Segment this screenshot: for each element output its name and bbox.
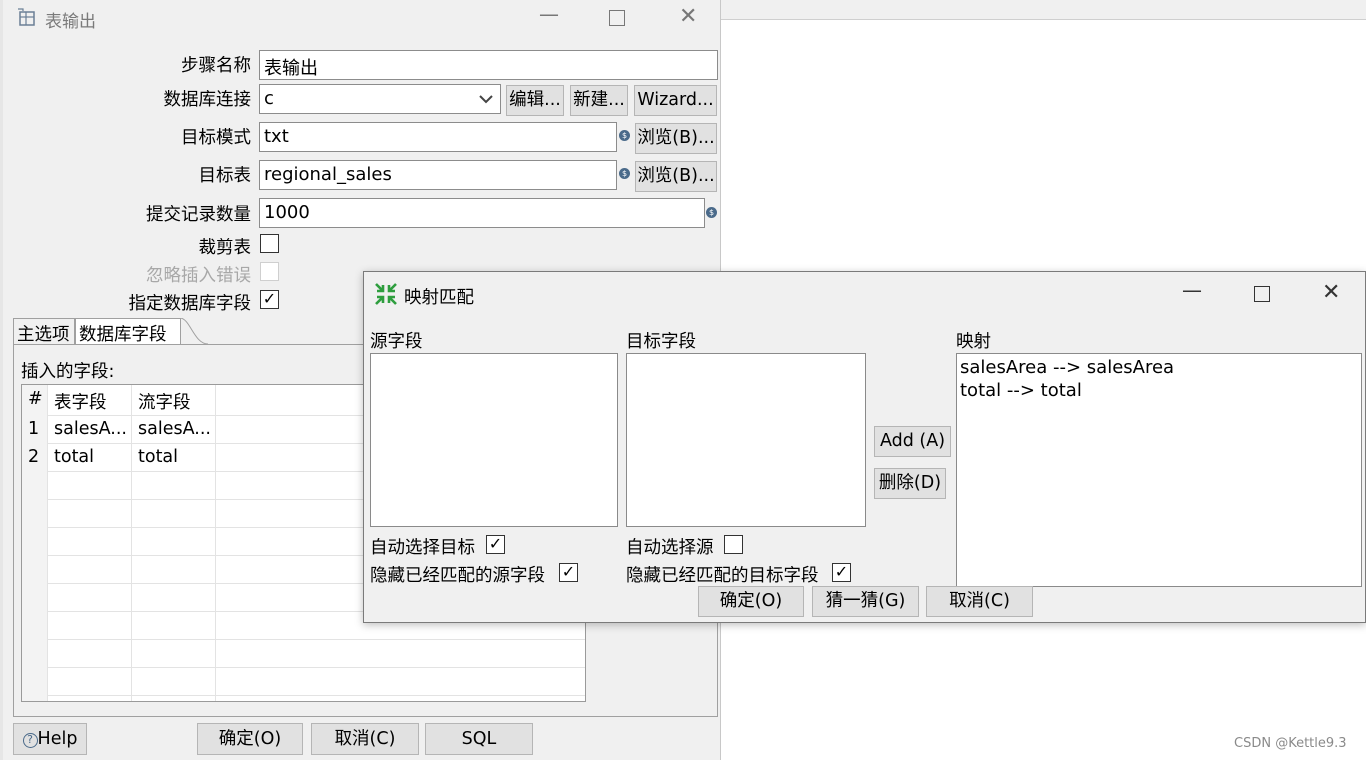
dialog-title: 映射匹配 [404, 288, 474, 308]
chevron-down-icon [479, 95, 493, 104]
tab-main-options[interactable]: 主选项 [13, 318, 75, 345]
target-schema-input[interactable]: txt [259, 122, 617, 152]
source-fields-list[interactable] [370, 353, 618, 527]
background-window-edge [720, 0, 1366, 20]
source-fields-label: 源字段 [370, 332, 423, 352]
variable-icon: $ [619, 130, 630, 141]
row-number: 2 [28, 447, 40, 467]
window-title: 表输出 [45, 12, 96, 32]
connection-value: c [264, 88, 274, 109]
commit-size-input[interactable]: 1000 [259, 198, 705, 228]
connection-label: 数据库连接 [163, 90, 252, 110]
auto-target-checkbox[interactable]: ✓ [486, 535, 505, 554]
dialog-ok-button[interactable]: 确定(O) [698, 586, 804, 617]
help-icon: ? [22, 733, 38, 748]
mapping-label: 映射 [956, 332, 991, 352]
ok-button[interactable]: 确定(O) [197, 723, 303, 755]
insert-fields-label: 插入的字段: [21, 362, 115, 382]
browse-table-button[interactable]: 浏览(B)... [635, 161, 717, 192]
connection-select[interactable]: c [259, 84, 501, 114]
specify-fields-checkbox[interactable]: ✓ [260, 290, 279, 309]
target-table-input[interactable]: regional_sales [259, 160, 617, 190]
target-table-label: 目标表 [198, 166, 252, 186]
auto-source-checkbox[interactable] [724, 535, 743, 554]
mapping-dialog: 映射匹配 — ✕ 源字段 目标字段 Add (A) 删除(D) 映射 sales… [363, 271, 1366, 623]
sql-button[interactable]: SQL [425, 723, 533, 755]
mapping-list[interactable]: salesArea --> salesArea total --> total [956, 353, 1362, 587]
row-number: 1 [28, 419, 40, 439]
help-button[interactable]: ? Help [13, 723, 87, 755]
stream-field-cell[interactable]: total [132, 447, 215, 467]
auto-target-label: 自动选择目标 [370, 538, 475, 558]
new-connection-button[interactable]: 新建... [570, 85, 628, 116]
close-button[interactable]: ✕ [679, 4, 697, 29]
truncate-label: 裁剪表 [198, 238, 252, 258]
hide-source-label: 隐藏已经匹配的源字段 [370, 566, 545, 586]
add-mapping-button[interactable]: Add (A) [874, 426, 951, 457]
ignore-errors-checkbox[interactable] [260, 262, 279, 281]
hide-source-checkbox[interactable]: ✓ [559, 563, 578, 582]
mapping-item[interactable]: salesArea --> salesArea [957, 357, 1361, 378]
browse-schema-button[interactable]: 浏览(B)... [635, 123, 717, 154]
stream-field-cell[interactable]: salesA... [132, 419, 215, 439]
table-output-icon [18, 8, 35, 26]
hide-target-label: 隐藏已经匹配的目标字段 [626, 566, 819, 586]
column-header-stream-field[interactable]: 流字段 [132, 389, 215, 414]
specify-fields-label: 指定数据库字段 [128, 294, 252, 314]
maximize-button[interactable] [1254, 286, 1270, 302]
variable-icon: $ [619, 168, 630, 179]
commit-size-label: 提交记录数量 [146, 205, 251, 225]
target-fields-label: 目标字段 [626, 332, 696, 352]
truncate-checkbox[interactable] [260, 234, 279, 253]
tab-database-fields[interactable]: 数据库字段 [75, 318, 181, 345]
maximize-button[interactable] [609, 10, 625, 26]
help-label: Help [37, 729, 78, 749]
column-header-number[interactable]: # [22, 389, 47, 409]
table-field-cell[interactable]: total [48, 447, 131, 467]
mapping-icon [375, 283, 397, 305]
target-fields-list[interactable] [626, 353, 866, 527]
step-name-input[interactable]: 表输出 [259, 50, 718, 80]
target-schema-label: 目标模式 [181, 128, 251, 148]
edit-connection-button[interactable]: 编辑... [506, 85, 564, 116]
auto-source-label: 自动选择源 [626, 538, 714, 558]
variable-icon: $ [706, 207, 717, 218]
wizard-button[interactable]: Wizard... [634, 85, 717, 116]
guess-button[interactable]: 猜一猜(G) [812, 586, 919, 617]
tab-corner [180, 318, 209, 345]
mapping-item[interactable]: total --> total [957, 380, 1361, 401]
close-button[interactable]: ✕ [1322, 280, 1340, 305]
step-name-label: 步骤名称 [181, 56, 251, 76]
hide-target-checkbox[interactable]: ✓ [832, 563, 851, 582]
cancel-button[interactable]: 取消(C) [311, 723, 419, 755]
watermark: CSDN @Kettle9.3 [1234, 736, 1347, 751]
table-field-cell[interactable]: salesA... [48, 419, 131, 439]
ignore-errors-label: 忽略插入错误 [146, 266, 251, 286]
minimize-button[interactable]: — [1182, 278, 1202, 302]
delete-mapping-button[interactable]: 删除(D) [874, 468, 946, 499]
dialog-cancel-button[interactable]: 取消(C) [926, 586, 1033, 617]
column-header-table-field[interactable]: 表字段 [48, 389, 131, 414]
minimize-button[interactable]: — [539, 2, 559, 26]
